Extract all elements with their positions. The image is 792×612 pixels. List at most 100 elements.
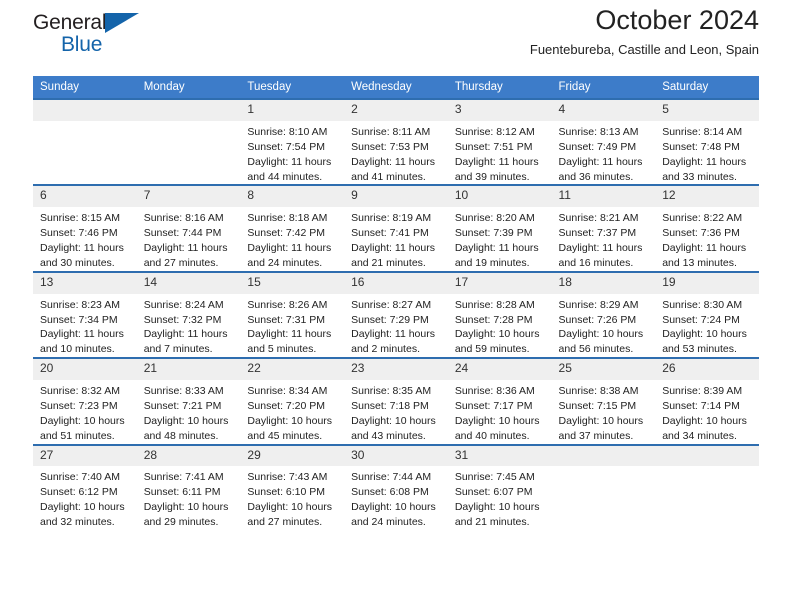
weekday-header-sunday: Sunday bbox=[33, 76, 137, 99]
calendar-day-cell[interactable]: 13 Sunrise: 8:23 AM Sunset: 7:34 PM Dayligh… bbox=[33, 270, 137, 359]
calendar-day-cell[interactable]: 4 Sunrise: 8:13 AM Sunset: 7:49 PM Daylight… bbox=[551, 97, 656, 186]
daylight-text: Daylight: 11 hours and 13 minutes. bbox=[662, 242, 747, 269]
calendar-day-cell[interactable]: 5 Sunrise: 8:14 AM Sunset: 7:48 PM Daylight… bbox=[655, 97, 759, 186]
calendar-empty-cell bbox=[136, 97, 241, 186]
calendar-day-cell[interactable]: 7 Sunrise: 8:16 AM Sunset: 7:44 PM Daylight… bbox=[136, 184, 241, 272]
calendar-day-cell[interactable]: 30 Sunrise: 7:44 AM Sunset: 6:08 PM Dayligh… bbox=[344, 443, 448, 531]
calendar-day-cell[interactable]: 20 Sunrise: 8:32 AM Sunset: 7:23 PM Dayligh… bbox=[33, 357, 137, 445]
calendar-day-cell[interactable]: 8 Sunrise: 8:18 AM Sunset: 7:42 PM Daylight… bbox=[240, 184, 345, 272]
day-number: 13 bbox=[33, 272, 137, 294]
calendar-day-cell[interactable]: 18 Sunrise: 8:29 AM Sunset: 7:26 PM Dayligh… bbox=[551, 270, 656, 359]
daylight-text: Daylight: 10 hours and 40 minutes. bbox=[454, 414, 540, 442]
daylight-text: Daylight: 11 hours and 5 minutes. bbox=[247, 328, 332, 356]
day-number: 15 bbox=[240, 272, 345, 294]
calendar-day-cell[interactable]: 17 Sunrise: 8:28 AM Sunset: 7:28 PM Dayligh… bbox=[447, 270, 552, 359]
sunrise-text: Sunrise: 7:45 AM bbox=[454, 471, 535, 484]
calendar-day-cell[interactable]: 10 Sunrise: 8:20 AM Sunset: 7:39 PM Dayligh… bbox=[447, 184, 552, 272]
day-sun-info: Sunrise: 8:24 AM Sunset: 7:32 PM Daylight:… bbox=[137, 294, 241, 358]
daylight-text: Daylight: 11 hours and 16 minutes. bbox=[558, 242, 643, 269]
sunset-text: Sunset: 6:07 PM bbox=[454, 486, 533, 499]
day-number: 17 bbox=[447, 272, 552, 294]
calendar-empty-cell bbox=[33, 97, 137, 186]
daylight-text: Daylight: 10 hours and 43 minutes. bbox=[351, 414, 436, 442]
sunset-text: Sunset: 6:12 PM bbox=[40, 486, 118, 499]
daylight-text: Daylight: 10 hours and 53 minutes. bbox=[662, 328, 747, 356]
calendar-day-cell[interactable]: 9 Sunrise: 8:19 AM Sunset: 7:41 PM Daylight… bbox=[344, 184, 448, 272]
sunrise-text: Sunrise: 8:15 AM bbox=[40, 212, 120, 225]
page-title: October 2024 bbox=[595, 5, 759, 35]
sunset-text: Sunset: 7:48 PM bbox=[662, 140, 740, 153]
calendar-day-cell[interactable]: 16 Sunrise: 8:27 AM Sunset: 7:29 PM Dayligh… bbox=[344, 270, 448, 359]
day-number: 19 bbox=[655, 272, 759, 294]
day-sun-info: Sunrise: 8:38 AM Sunset: 7:15 PM Daylight:… bbox=[552, 380, 656, 444]
day-sun-info: Sunrise: 8:39 AM Sunset: 7:14 PM Daylight:… bbox=[655, 380, 759, 444]
calendar-day-cell[interactable]: 1 Sunrise: 8:10 AM Sunset: 7:54 PM Daylight… bbox=[240, 97, 345, 186]
calendar-day-cell[interactable]: 21 Sunrise: 8:33 AM Sunset: 7:21 PM Dayligh… bbox=[136, 357, 241, 445]
daylight-text: Daylight: 10 hours and 59 minutes. bbox=[454, 328, 540, 356]
calendar-page: General Blue October 2024 Fuentebureba, … bbox=[0, 0, 792, 612]
sunset-text: Sunset: 6:11 PM bbox=[143, 486, 221, 499]
calendar-day-cell[interactable]: 12 Sunrise: 8:22 AM Sunset: 7:36 PM Dayligh… bbox=[655, 184, 759, 272]
day-number: 6 bbox=[33, 186, 137, 208]
calendar-day-cell[interactable]: 2 Sunrise: 8:11 AM Sunset: 7:53 PM Daylight… bbox=[344, 97, 448, 186]
day-number: 12 bbox=[655, 186, 759, 208]
calendar-day-cell[interactable]: 23 Sunrise: 8:35 AM Sunset: 7:18 PM Dayligh… bbox=[344, 357, 448, 445]
day-sun-info: Sunrise: 8:26 AM Sunset: 7:31 PM Daylight:… bbox=[240, 294, 344, 358]
day-number: 31 bbox=[447, 445, 552, 467]
sunrise-text: Sunrise: 8:22 AM bbox=[662, 212, 743, 225]
daylight-text: Daylight: 10 hours and 27 minutes. bbox=[247, 501, 333, 529]
weekday-header-thursday: Thursday bbox=[447, 76, 552, 99]
day-sun-info: Sunrise: 8:14 AM Sunset: 7:48 PM Daylight:… bbox=[655, 121, 759, 185]
sunset-text: Sunset: 7:14 PM bbox=[662, 399, 740, 412]
day-sun-info: Sunrise: 8:18 AM Sunset: 7:42 PM Daylight:… bbox=[240, 207, 344, 271]
day-number: 21 bbox=[136, 359, 241, 381]
calendar-day-cell[interactable]: 6 Sunrise: 8:15 AM Sunset: 7:46 PM Daylight… bbox=[33, 184, 137, 272]
sunset-text: Sunset: 7:28 PM bbox=[454, 313, 533, 326]
daylight-text: Daylight: 11 hours and 30 minutes. bbox=[40, 242, 124, 269]
sunset-text: Sunset: 7:15 PM bbox=[558, 399, 637, 412]
calendar-day-cell[interactable]: 3 Sunrise: 8:12 AM Sunset: 7:51 PM Daylight… bbox=[447, 97, 552, 186]
sunrise-text: Sunrise: 8:13 AM bbox=[558, 125, 639, 138]
calendar-day-cell[interactable]: 15 Sunrise: 8:26 AM Sunset: 7:31 PM Dayligh… bbox=[240, 270, 345, 359]
sunrise-text: Sunrise: 8:38 AM bbox=[558, 385, 639, 398]
day-sun-info: Sunrise: 8:21 AM Sunset: 7:37 PM Daylight:… bbox=[552, 207, 656, 271]
sunset-text: Sunset: 6:10 PM bbox=[247, 486, 326, 499]
calendar-day-cell[interactable]: 14 Sunrise: 8:24 AM Sunset: 7:32 PM Dayligh… bbox=[136, 270, 241, 359]
sunrise-text: Sunrise: 8:23 AM bbox=[40, 298, 120, 311]
weekday-header-monday: Monday bbox=[136, 76, 241, 99]
calendar-day-cell[interactable]: 11 Sunrise: 8:21 AM Sunset: 7:37 PM Dayligh… bbox=[551, 184, 656, 272]
sunrise-text: Sunrise: 8:18 AM bbox=[247, 212, 328, 225]
calendar-day-cell[interactable]: 25 Sunrise: 8:38 AM Sunset: 7:15 PM Dayligh… bbox=[551, 357, 656, 445]
day-number: 1 bbox=[240, 100, 345, 121]
sunset-text: Sunset: 7:34 PM bbox=[40, 313, 118, 326]
calendar-day-cell[interactable]: 27 Sunrise: 7:40 AM Sunset: 6:12 PM Dayligh… bbox=[33, 443, 137, 531]
sunset-text: Sunset: 7:39 PM bbox=[454, 227, 533, 240]
sunrise-text: Sunrise: 8:20 AM bbox=[454, 212, 535, 225]
day-sun-info: Sunrise: 8:27 AM Sunset: 7:29 PM Daylight:… bbox=[344, 294, 448, 358]
daylight-text: Daylight: 11 hours and 36 minutes. bbox=[558, 155, 643, 183]
day-number bbox=[551, 445, 656, 467]
day-number: 10 bbox=[447, 186, 552, 208]
calendar-week-row: 13 Sunrise: 8:23 AM Sunset: 7:34 PM Dayligh… bbox=[33, 270, 759, 359]
day-number: 8 bbox=[240, 186, 345, 208]
day-sun-info: Sunrise: 7:45 AM Sunset: 6:07 PM Daylight:… bbox=[448, 466, 552, 530]
general-blue-logo[interactable]: General Blue bbox=[33, 12, 153, 60]
calendar-day-cell[interactable]: 31 Sunrise: 7:45 AM Sunset: 6:07 PM Dayligh… bbox=[447, 443, 552, 531]
daylight-text: Daylight: 11 hours and 27 minutes. bbox=[143, 242, 228, 269]
daylight-text: Daylight: 11 hours and 10 minutes. bbox=[40, 328, 124, 356]
calendar-day-cell[interactable]: 29 Sunrise: 7:43 AM Sunset: 6:10 PM Dayligh… bbox=[240, 443, 345, 531]
sunrise-text: Sunrise: 8:35 AM bbox=[351, 385, 432, 398]
calendar-day-cell[interactable]: 26 Sunrise: 8:39 AM Sunset: 7:14 PM Dayligh… bbox=[655, 357, 759, 445]
day-number: 20 bbox=[33, 359, 137, 381]
calendar-day-cell[interactable]: 24 Sunrise: 8:36 AM Sunset: 7:17 PM Dayligh… bbox=[447, 357, 552, 445]
page-header: General Blue October 2024 Fuentebureba, … bbox=[33, 0, 759, 72]
calendar-day-cell[interactable]: 22 Sunrise: 8:34 AM Sunset: 7:20 PM Dayligh… bbox=[240, 357, 345, 445]
day-sun-info: Sunrise: 8:28 AM Sunset: 7:28 PM Daylight:… bbox=[448, 294, 552, 358]
calendar-day-cell[interactable]: 19 Sunrise: 8:30 AM Sunset: 7:24 PM Dayligh… bbox=[655, 270, 759, 359]
sunrise-text: Sunrise: 8:12 AM bbox=[454, 125, 535, 138]
sunset-text: Sunset: 7:20 PM bbox=[247, 399, 326, 412]
sunset-text: Sunset: 7:41 PM bbox=[351, 227, 429, 240]
day-number: 2 bbox=[344, 100, 448, 121]
calendar-day-cell[interactable]: 28 Sunrise: 7:41 AM Sunset: 6:11 PM Dayligh… bbox=[136, 443, 241, 531]
day-sun-info: Sunrise: 7:43 AM Sunset: 6:10 PM Daylight:… bbox=[240, 466, 344, 530]
